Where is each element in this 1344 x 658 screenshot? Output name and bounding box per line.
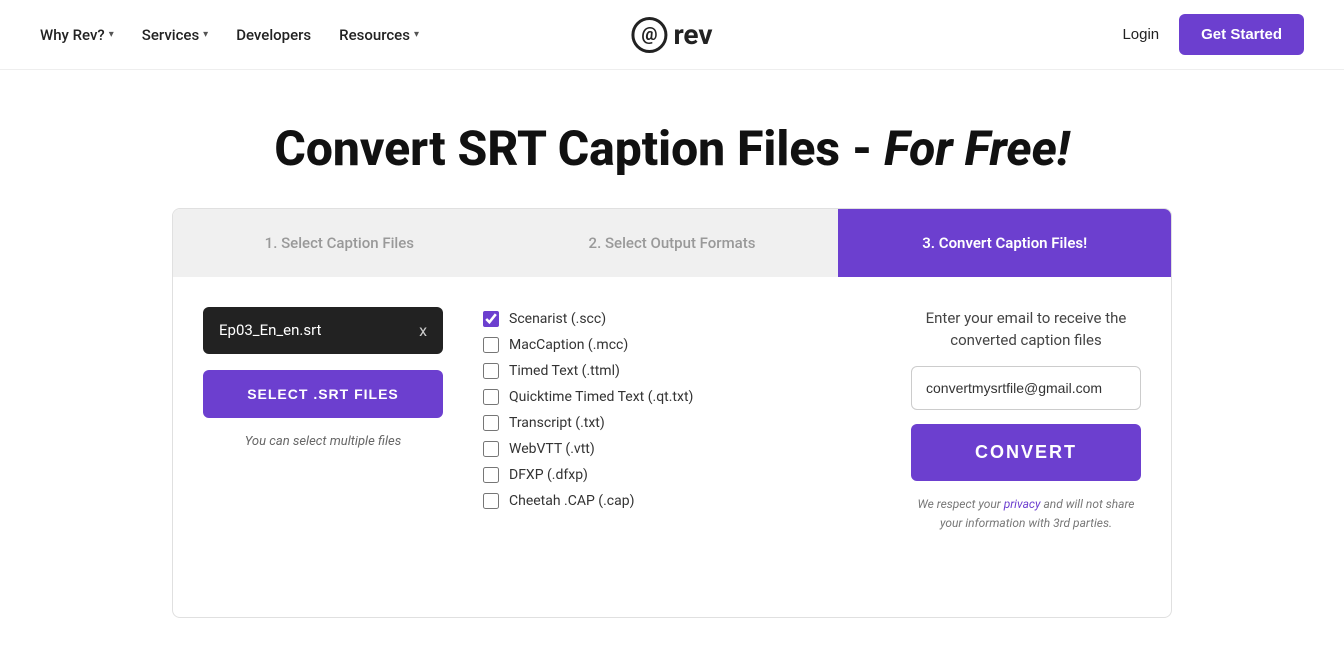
convert-button[interactable]: CONVERT (911, 424, 1141, 481)
nav-link-why-rev[interactable]: Why Rev? ▾ (40, 26, 114, 44)
nav-label-why-rev: Why Rev? (40, 26, 105, 44)
step-2: 2. Select Output Formats (506, 209, 839, 277)
formats-column: Scenarist (.scc) MacCaption (.mcc) Timed… (483, 307, 871, 587)
nav-item-why-rev[interactable]: Why Rev? ▾ (40, 26, 114, 44)
nav-links: Why Rev? ▾ Services ▾ Developers Resourc… (40, 26, 419, 44)
nav-link-services[interactable]: Services ▾ (142, 26, 208, 44)
privacy-link[interactable]: privacy (1004, 497, 1041, 511)
format-label-vtt: WebVTT (.vtt) (509, 441, 595, 457)
checkbox-vtt[interactable] (483, 441, 499, 457)
checkbox-qt-txt[interactable] (483, 389, 499, 405)
checkbox-dfxp[interactable] (483, 467, 499, 483)
get-started-button[interactable]: Get Started (1179, 14, 1304, 55)
right-column: Enter your email to receive the converte… (911, 307, 1141, 587)
checkbox-mcc[interactable] (483, 337, 499, 353)
format-item-txt: Transcript (.txt) (483, 415, 871, 431)
logo-text: rev (673, 18, 712, 51)
format-label-dfxp: DFXP (.dfxp) (509, 467, 588, 483)
step-3-label: 3. Convert Caption Files! (922, 234, 1087, 252)
checkbox-ttml[interactable] (483, 363, 499, 379)
step-2-label: 2. Select Output Formats (589, 234, 756, 252)
file-badge: Ep03_En_en.srt x (203, 307, 443, 354)
email-instructions: Enter your email to receive the converte… (911, 307, 1141, 352)
nav-link-developers[interactable]: Developers (236, 26, 311, 44)
hero-section: Convert SRT Caption Files - For Free! (0, 70, 1344, 208)
navbar: Why Rev? ▾ Services ▾ Developers Resourc… (0, 0, 1344, 70)
step-1: 1. Select Caption Files (173, 209, 506, 277)
logo[interactable]: @ rev (631, 17, 712, 53)
checkbox-scc[interactable] (483, 311, 499, 327)
format-label-scc: Scenarist (.scc) (509, 311, 606, 327)
nav-link-resources[interactable]: Resources ▾ (339, 26, 419, 44)
checkbox-txt[interactable] (483, 415, 499, 431)
file-name: Ep03_En_en.srt (219, 321, 321, 339)
select-hint: You can select multiple files (203, 434, 443, 449)
format-item-ttml: Timed Text (.ttml) (483, 363, 871, 379)
nav-item-resources[interactable]: Resources ▾ (339, 26, 419, 44)
chevron-down-icon: ▾ (109, 29, 114, 40)
content-area: Ep03_En_en.srt x SELECT .SRT FILES You c… (173, 277, 1171, 617)
left-column: Ep03_En_en.srt x SELECT .SRT FILES You c… (203, 307, 443, 587)
title-italic: For Free! (884, 120, 1069, 177)
format-label-ttml: Timed Text (.ttml) (509, 363, 620, 379)
nav-item-services[interactable]: Services ▾ (142, 26, 208, 44)
format-item-cap: Cheetah .CAP (.cap) (483, 493, 871, 509)
login-button[interactable]: Login (1122, 26, 1159, 43)
checkbox-cap[interactable] (483, 493, 499, 509)
nav-right: Login Get Started (1122, 14, 1304, 55)
select-srt-files-button[interactable]: SELECT .SRT FILES (203, 370, 443, 418)
email-input[interactable] (911, 366, 1141, 410)
format-label-cap: Cheetah .CAP (.cap) (509, 493, 634, 509)
format-label-mcc: MacCaption (.mcc) (509, 337, 628, 353)
remove-file-button[interactable]: x (419, 321, 427, 340)
format-item-mcc: MacCaption (.mcc) (483, 337, 871, 353)
step-1-label: 1. Select Caption Files (265, 234, 414, 252)
nav-label-developers: Developers (236, 26, 311, 44)
chevron-down-icon: ▾ (414, 29, 419, 40)
step-3: 3. Convert Caption Files! (838, 209, 1171, 277)
format-item-scc: Scenarist (.scc) (483, 311, 871, 327)
chevron-down-icon: ▾ (203, 29, 208, 40)
nav-item-developers[interactable]: Developers (236, 26, 311, 44)
privacy-text-before: We respect your (918, 497, 1004, 511)
logo-icon: @ (631, 17, 667, 53)
steps-bar: 1. Select Caption Files 2. Select Output… (173, 209, 1171, 277)
page-title: Convert SRT Caption Files - For Free! (20, 120, 1324, 178)
format-item-dfxp: DFXP (.dfxp) (483, 467, 871, 483)
main-container: 1. Select Caption Files 2. Select Output… (172, 208, 1172, 618)
format-label-txt: Transcript (.txt) (509, 415, 605, 431)
format-item-qt-txt: Quicktime Timed Text (.qt.txt) (483, 389, 871, 405)
nav-label-services: Services (142, 26, 199, 44)
format-item-vtt: WebVTT (.vtt) (483, 441, 871, 457)
format-label-qt-txt: Quicktime Timed Text (.qt.txt) (509, 389, 693, 405)
privacy-note: We respect your privacy and will not sha… (911, 495, 1141, 533)
title-normal: Convert SRT Caption Files - (274, 120, 884, 177)
nav-label-resources: Resources (339, 26, 410, 44)
